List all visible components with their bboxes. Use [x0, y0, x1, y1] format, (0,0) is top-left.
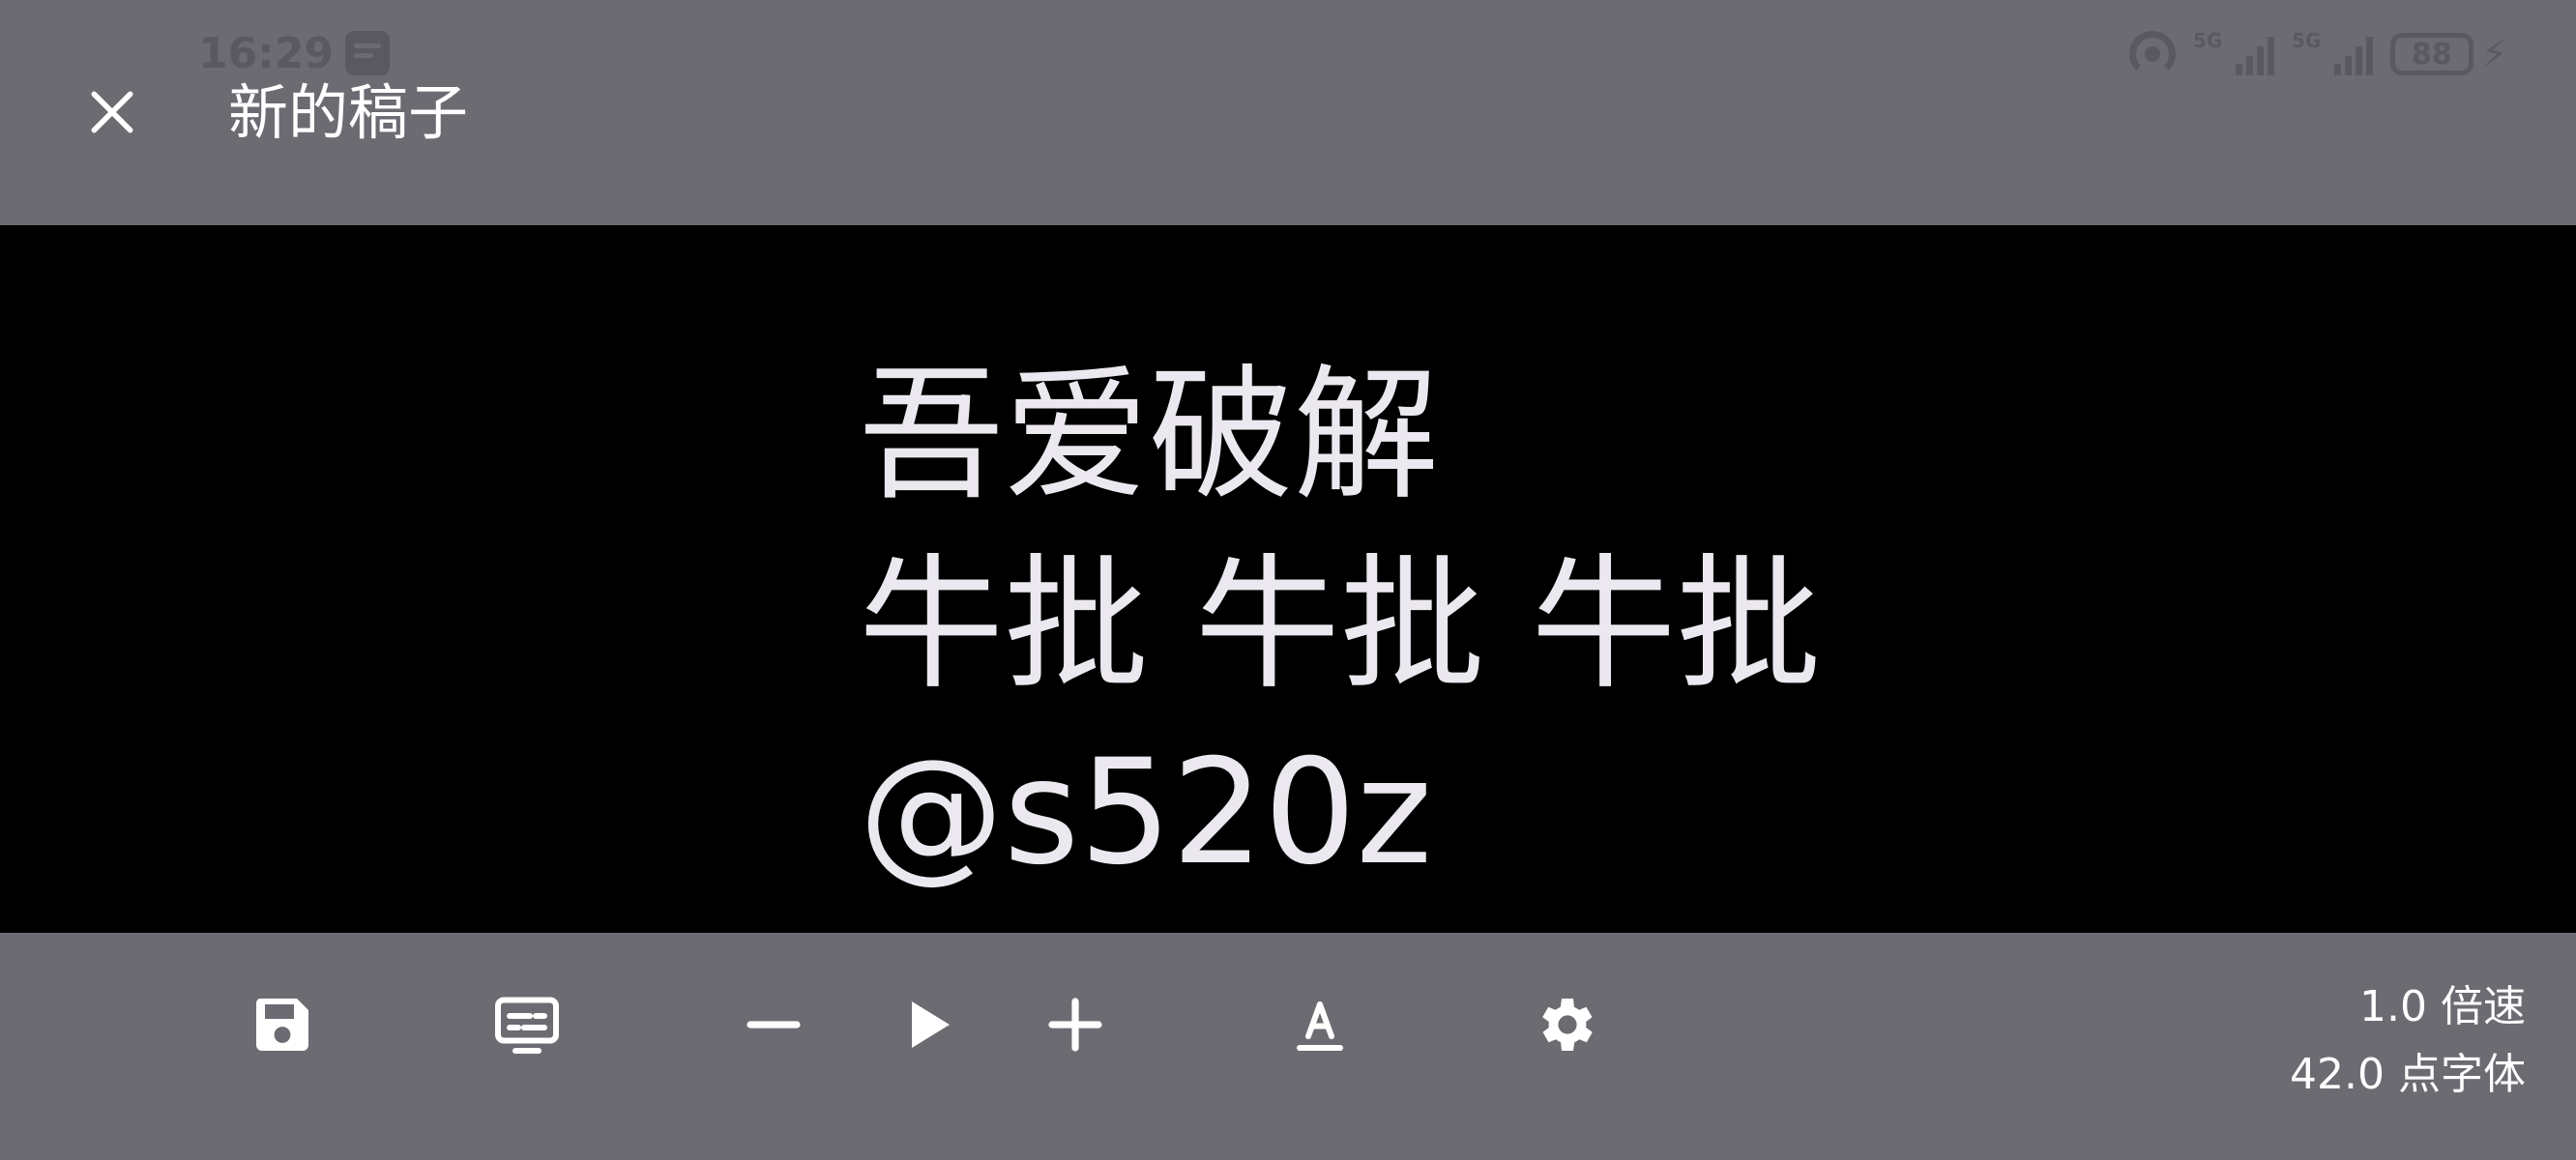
font-size-text: 42.0 点字体 [2290, 1050, 2526, 1099]
document-title: 新的稿子 [228, 77, 469, 148]
hotspot-icon [2128, 31, 2176, 77]
signal-label: 5G [2192, 29, 2223, 52]
charging-icon: ⚡ [2480, 32, 2508, 76]
settings-button[interactable] [1511, 972, 1618, 1078]
playback-info: 1.0 倍速 42.0 点字体 [2290, 973, 2526, 1109]
gear-icon [1542, 999, 1593, 1051]
battery-level: 88 [2389, 33, 2474, 75]
font-button[interactable] [1267, 972, 1373, 1078]
play-icon [912, 1001, 950, 1048]
top-app-bar: 16:29 5G 5G 88 ⚡ 新的稿子 [0, 0, 2576, 225]
battery-icon: 88 ⚡ [2389, 32, 2508, 76]
script-line: 吾爱破解 [859, 352, 1440, 520]
signal-icon: 5G [2292, 29, 2373, 75]
text-format-icon [1297, 1001, 1343, 1051]
bottom-toolbar: 1.0 倍速 42.0 点字体 [0, 933, 2576, 1160]
close-button[interactable] [77, 77, 147, 147]
script-line: @s520z [859, 729, 1433, 897]
status-bar-right: 5G 5G 88 ⚡ [2128, 27, 2508, 81]
decrease-speed-button[interactable] [720, 972, 827, 1078]
script-line: 牛批 牛批 牛批 [859, 541, 1822, 710]
prompter-area[interactable]: 吾爱破解 牛批 牛批 牛批 @s520z [0, 225, 2576, 933]
close-icon [91, 91, 133, 133]
subtitle-button[interactable] [474, 972, 580, 1078]
signal-icon: 5G [2193, 29, 2274, 75]
subtitles-icon [495, 997, 559, 1054]
teleprompter-screen: 16:29 5G 5G 88 ⚡ 新的稿子 吾爱破解 牛批 牛批 牛批 @s52… [0, 0, 2576, 1160]
minus-icon [746, 1021, 801, 1029]
signal-label: 5G [2291, 29, 2322, 52]
speed-text: 1.0 倍速 [2359, 982, 2526, 1031]
play-button[interactable] [873, 972, 980, 1078]
increase-speed-button[interactable] [1022, 972, 1128, 1078]
plus-icon [1048, 998, 1102, 1052]
save-icon [255, 999, 308, 1051]
save-button[interactable] [229, 972, 336, 1078]
